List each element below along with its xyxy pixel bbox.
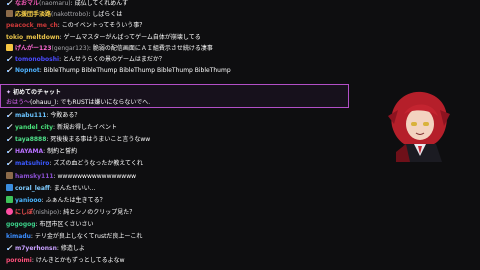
chat-username[interactable]: なおマル	[15, 0, 39, 7]
chat-login: (nishipo)	[33, 208, 60, 216]
first-chat-title-text: 初めてのチャット	[13, 89, 61, 96]
chat-text: でもRUSTは嫌いにならないでへ.	[60, 99, 151, 106]
chat-message: HAYAMA: 制約と誓約	[6, 146, 350, 157]
chat-text: ズズの血どうなったか教えてくれ	[53, 160, 143, 168]
chat-text: 死後後まる事はうまいこと言うなww	[50, 136, 151, 144]
chat-message: なおマル(naomaru): 成仏してくれめんす	[6, 0, 350, 9]
blue-badge-icon	[6, 183, 13, 191]
img-badge-icon	[6, 171, 13, 179]
chat-message: にしぽ(nishipo): 純とシノのクリップ見た？	[6, 207, 350, 218]
chat-text: このイベントってそういう事？	[61, 22, 146, 30]
chat-message: mabu111: 今敗ある？	[6, 110, 350, 121]
sword-badge-icon	[6, 159, 13, 166]
first-chat-title: ✦ 初めてのチャット	[6, 87, 61, 96]
chat-text: 今敗ある？	[50, 112, 81, 119]
first-chat-highlight: ✦ 初めてのチャット おはう〜(ohauu_): でもRUSTは嫌いにならないでへ…	[0, 84, 349, 108]
chat-text: wwwwwwwwwwwwwwww	[57, 172, 137, 180]
chat-message: poroimi: けんきとかもずっとしてるよなw	[6, 255, 350, 266]
crown-badge-icon	[6, 43, 13, 51]
chat-login: (nakottrobo)	[51, 11, 89, 19]
green-badge-icon	[6, 195, 13, 203]
chat-message: matsuhiro: ズズの血どうなったか教えてくれ	[6, 158, 350, 169]
chat-login: (ohauu_)	[30, 99, 57, 106]
chat-text: けんきとかもずっとしてるよなw	[35, 257, 125, 265]
chat-username[interactable]: tomonoboshi	[15, 56, 59, 63]
chat-username[interactable]: kimadu	[6, 233, 31, 240]
chat-message: tomonoboshi: とんせうらくの景のゲームはまだか？	[6, 54, 350, 65]
chat-username[interactable]: おはう〜	[6, 99, 30, 106]
sword-badge-icon	[6, 147, 13, 154]
chat-text: 成仏してくれめんす	[74, 0, 129, 7]
chat-username[interactable]: 応援団手淡路	[15, 11, 51, 18]
sword-badge-icon	[6, 135, 13, 142]
chat-text: 新規お得したイベント	[56, 124, 117, 132]
chat-text: ゲームマスターがんばってゲーム自体が崩壊してる	[63, 33, 201, 41]
chat-text: 修造しよ	[60, 245, 85, 253]
chat-username[interactable]: matsuhiro	[15, 160, 49, 167]
chat-username[interactable]: gogogog	[6, 221, 36, 228]
chat-username[interactable]: hamsky111	[15, 173, 54, 180]
chat-username[interactable]: peacock_me_ch	[6, 22, 58, 29]
sword-badge-icon	[6, 0, 13, 6]
heart-badge-icon	[6, 207, 13, 215]
chat-username[interactable]: yandel_city	[15, 124, 53, 131]
chat-username[interactable]: poroimi	[6, 257, 32, 264]
chat-username[interactable]: yaniooo	[15, 197, 42, 204]
chat-message: げんがー123(gengar123): 脆弱の配信画面にＡＩ組費示させ続ける凄事	[6, 43, 350, 54]
chat-message: 応援団手淡路(nakottrobo): しばらくは	[6, 9, 350, 20]
sword-badge-icon	[6, 244, 13, 251]
chat-username[interactable]: coral_leaff	[15, 185, 50, 192]
chat-message: gogogog: 布団市区くさいさい	[6, 219, 350, 230]
img-badge-icon	[6, 10, 13, 18]
chat-username[interactable]: HAYAMA	[15, 148, 43, 155]
chat-username[interactable]: m7yerhonsn	[15, 245, 57, 252]
chat-text: 制約と誓約	[47, 148, 78, 156]
chat-text: ふぁんたは生きてる？	[45, 196, 106, 204]
sword-badge-icon	[6, 66, 13, 73]
sword-badge-icon	[6, 111, 13, 118]
chat-text: 純とシノのクリップ見た？	[63, 208, 136, 216]
chat-username[interactable]: げんがー123	[15, 45, 52, 52]
chat-message: m7yerhonsn: 修造しよ	[6, 243, 350, 254]
chat-text: 布団市区くさいさい	[39, 220, 94, 228]
chat-text: BibleThump BibleThump BibleThump BibleTh…	[43, 67, 231, 75]
chat-login: (gengar123)	[51, 44, 89, 52]
chat-text: 脆弱の配信画面にＡＩ組費示させ続ける凄事	[92, 44, 213, 52]
chat-message: Nopnot: BibleThump BibleThump BibleThump…	[6, 65, 350, 76]
chat-text: しばらくは	[92, 11, 123, 19]
chat-message: kimadu: テリ金が良上しなくてrustだ良上ーこれ	[6, 231, 350, 242]
chat-message: hamsky111: wwwwwwwwwwwwwwww	[6, 171, 350, 182]
chat-login: (naomaru)	[39, 0, 71, 7]
chat-message: peacock_me_ch: このイベントってそういう事？	[6, 20, 350, 31]
chat-username[interactable]: tokio_meltdown	[6, 34, 60, 41]
chat-username[interactable]: Nopnot	[15, 67, 40, 74]
chat-message: yandel_city: 新規お得したイベント	[6, 122, 350, 133]
chat-username[interactable]: にしぽ	[15, 209, 33, 216]
chat-message: taya8888: 死後後まる事はうまいこと言うなww	[6, 134, 350, 145]
sword-badge-icon	[6, 123, 13, 130]
chat-panel: なおマル(naomaru): 成仏してくれめんす 応援団手淡路(nakottrob…	[0, 0, 350, 270]
chat-message: coral_leaff: まんたせいい...	[6, 183, 350, 194]
sword-badge-icon	[6, 55, 13, 62]
chat-text: テリ金が良上しなくてrustだ良上ーこれ	[34, 233, 143, 240]
chat-text: とんせうらくの景のゲームはまだか？	[63, 56, 165, 63]
chat-text: まんたせいい...	[53, 184, 96, 192]
chat-message: tokio_meltdown: ゲームマスターがんばってゲーム自体が崩壊してる	[6, 32, 350, 43]
vtuber-avatar	[388, 91, 450, 162]
chat-message: yaniooo: ふぁんたは生きてる？	[6, 195, 350, 206]
chat-username[interactable]: taya8888	[15, 136, 46, 143]
chat-username[interactable]: mabu111	[15, 112, 46, 119]
first-chat-message: おはう〜(ohauu_): でもRUSTは嫌いにならないでへ.	[6, 97, 150, 106]
sparkle-icon: ✦	[6, 89, 12, 96]
